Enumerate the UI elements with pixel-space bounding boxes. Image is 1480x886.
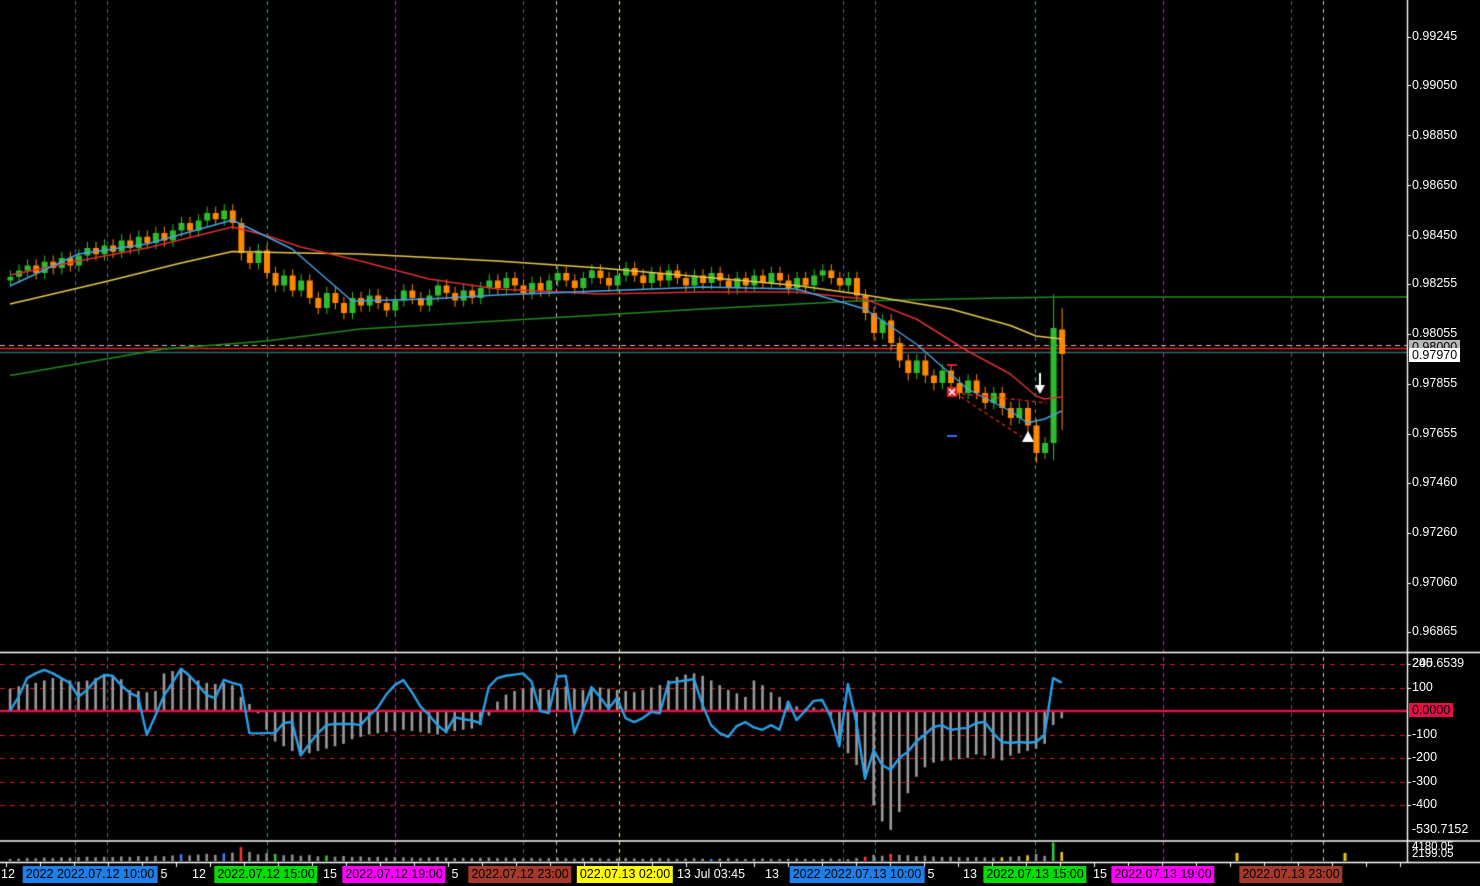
volume-min-label: 2199.05 — [1412, 848, 1454, 860]
time-session-label: 2022 2022.07.12 10:00 — [22, 866, 158, 883]
cci-min-label: -530.7152 — [1412, 822, 1469, 836]
price-axis-label: 0.98450 — [1412, 227, 1458, 242]
price-axis-label: 0.98850 — [1412, 127, 1458, 142]
time-session-label: 2022.07.12 23:00 — [468, 866, 572, 883]
cci-level-label: -400 — [1412, 797, 1438, 811]
cci-level-label: -200 — [1412, 750, 1438, 764]
time-session-label: 022.07.13 02:00 — [576, 866, 674, 883]
time-axis-label: 15 — [323, 867, 337, 881]
time-axis-label: 5 — [160, 867, 168, 881]
time-session-label: 2022.07.13 19:00 — [1111, 866, 1215, 883]
price-axis-label: 0.97260 — [1412, 525, 1458, 539]
time-axis-label: 15 — [1093, 867, 1107, 881]
time-session-label: 2022.07.13 15:00 — [983, 866, 1087, 883]
time-axis-label: 12 — [1, 867, 15, 881]
price-axis-label: 0.97060 — [1412, 575, 1458, 589]
time-session-label: 2022 2022.07.13 10:00 — [789, 866, 925, 883]
time-axis-label: 13 Jul 03:45 — [676, 867, 746, 881]
mt4-chart-window: { "window": {"title": "USDCHF,M15 0.9807… — [0, 0, 1480, 886]
price-axis-label: 0.99050 — [1412, 77, 1458, 92]
price-axis-label: 0.98650 — [1412, 177, 1458, 192]
current-price-tag: 0.97970 — [1409, 348, 1461, 362]
cci-level-label: -300 — [1412, 773, 1438, 788]
price-axis-label: 0.97655 — [1412, 426, 1458, 441]
price-axis-label: 0.98255 — [1412, 276, 1458, 291]
cci-zero-tag: 0.0000 — [1409, 703, 1454, 717]
time-axis-label: 13 — [765, 867, 779, 881]
time-session-label: 2022.07.12 19:00 — [342, 866, 446, 883]
time-session-label: 2022.07.13 23:00 — [1239, 866, 1343, 883]
price-axis-label: 0.96865 — [1412, 623, 1458, 638]
time-axis-label: 5 — [927, 867, 935, 881]
price-axis-label: 0.98055 — [1412, 326, 1458, 341]
time-session-label: 2022.07.12 15:00 — [214, 866, 318, 883]
price-axis-label: 0.97855 — [1412, 376, 1458, 391]
price-axis-label: 0.97460 — [1412, 475, 1458, 489]
cci-level-label: -100 — [1412, 726, 1438, 741]
chart-canvas[interactable] — [0, 0, 1480, 886]
price-axis-label: 0.99245 — [1412, 28, 1458, 43]
cci-level-label: 100 — [1412, 679, 1433, 694]
time-axis-label: 5 — [451, 867, 459, 881]
time-axis-label: 13 — [963, 867, 977, 881]
time-axis-label: 12 — [192, 867, 206, 881]
cci-level-label: 200 — [1412, 656, 1433, 670]
